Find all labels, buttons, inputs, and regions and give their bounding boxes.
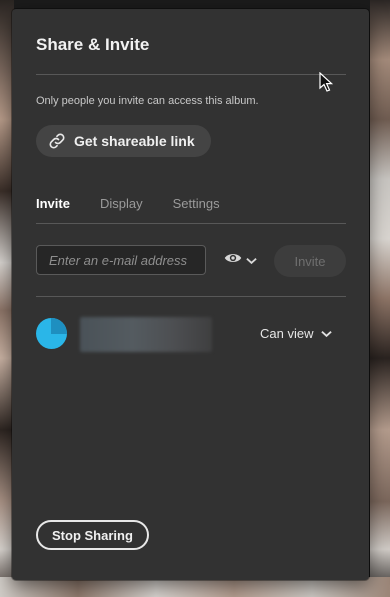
share-invite-panel: Share & Invite Only people you invite ca… [12, 9, 369, 580]
stop-sharing-button[interactable]: Stop Sharing [36, 520, 149, 550]
invite-button[interactable]: Invite [274, 245, 346, 277]
tab-settings[interactable]: Settings [173, 196, 220, 211]
role-label: Can view [260, 326, 314, 341]
email-input[interactable] [36, 245, 206, 275]
divider-tabs [36, 223, 346, 224]
tab-invite[interactable]: Invite [36, 196, 70, 211]
role-dropdown[interactable]: Can view [260, 326, 333, 341]
get-shareable-link-button[interactable]: Get shareable link [36, 125, 211, 157]
tab-bar: Invite Display Settings [36, 196, 220, 211]
permission-dropdown[interactable] [224, 251, 257, 270]
background-photo-right [370, 0, 390, 597]
link-icon [48, 132, 66, 150]
chevron-down-icon [246, 252, 257, 270]
access-note: Only people you invite can access this a… [36, 95, 259, 107]
avatar-shade [51, 318, 67, 334]
get-shareable-link-label: Get shareable link [74, 133, 195, 149]
eye-icon [224, 251, 242, 270]
panel-title: Share & Invite [36, 35, 150, 54]
mouse-pointer-icon [319, 71, 334, 97]
background-photo-bottom [0, 577, 390, 597]
member-name-redacted [80, 317, 212, 352]
divider-top [36, 74, 346, 75]
avatar [36, 318, 67, 349]
tab-display[interactable]: Display [100, 196, 143, 211]
member-row: Can view [36, 315, 346, 352]
chevron-down-icon [321, 326, 333, 341]
divider-form [36, 296, 346, 297]
